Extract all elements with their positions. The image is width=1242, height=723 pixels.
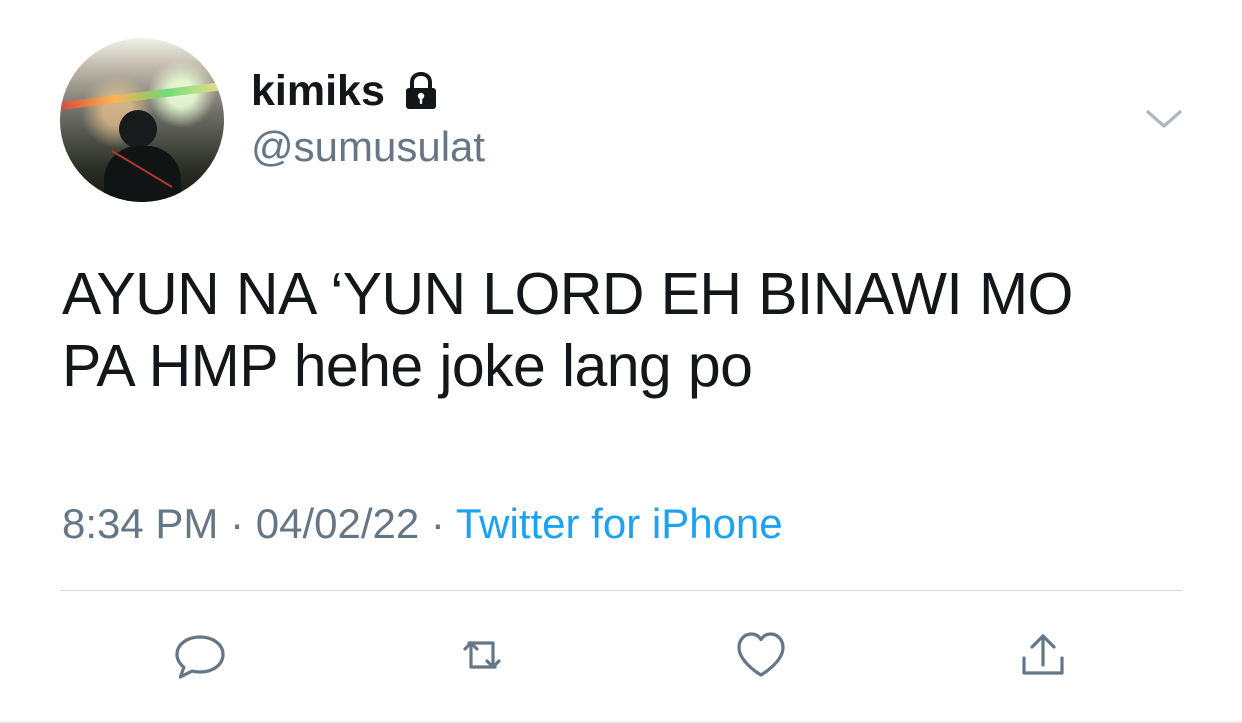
like-icon (737, 632, 785, 677)
profile-avatar[interactable] (60, 38, 224, 202)
chevron-down-icon[interactable] (1145, 104, 1183, 132)
tweet-divider (60, 590, 1182, 591)
avatar-street-lights (60, 82, 224, 110)
reply-button[interactable] (169, 624, 231, 686)
share-icon (1022, 634, 1064, 675)
metadata-separator: · (430, 500, 456, 547)
tweet-text-line: AYUN NA ‘YUN LORD EH BINAWI MO (62, 261, 1073, 327)
profile-name-row: kimiks (251, 67, 443, 115)
tweet-time[interactable]: 8:34 PM (62, 500, 218, 547)
tweet-date[interactable]: 04/02/22 (256, 500, 420, 547)
like-button[interactable] (730, 624, 792, 686)
user-handle[interactable]: @sumusulat (251, 123, 485, 170)
display-name[interactable]: kimiks (251, 69, 385, 113)
reply-icon (175, 635, 225, 679)
tweet-metadata: 8:34 PM · 04/02/22 · Twitter for iPhone (62, 500, 783, 547)
retweet-button[interactable] (451, 624, 513, 686)
tweet-source-link[interactable]: Twitter for iPhone (456, 500, 783, 547)
avatar-person-head (119, 110, 157, 148)
metadata-separator: · (230, 500, 256, 547)
lock-icon (399, 69, 443, 113)
tweet-text-line: PA HMP hehe joke lang po (62, 332, 753, 399)
tweet-text: AYUN NA ‘YUN LORD EH BINAWI MO PA HMP he… (62, 259, 1197, 403)
share-button[interactable] (1012, 624, 1074, 686)
retweet-icon (463, 641, 501, 669)
